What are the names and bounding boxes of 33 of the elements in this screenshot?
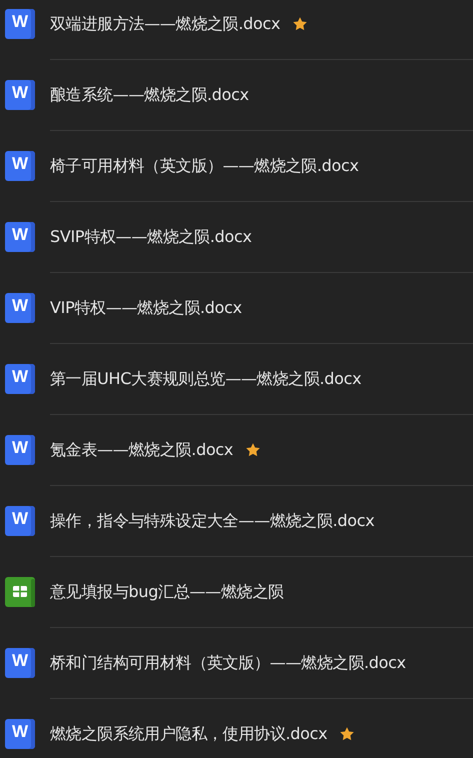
file-row[interactable]: W 椅子可用材料（英文版）——燃烧之陨.docx: [0, 130, 473, 201]
file-name: 椅子可用材料（英文版）——燃烧之陨.docx: [50, 156, 359, 176]
file-row[interactable]: W SVIP特权——燃烧之陨.docx: [0, 201, 473, 272]
file-row[interactable]: W 酿造系统——燃烧之陨.docx: [0, 59, 473, 130]
spreadsheet-icon: [5, 576, 35, 606]
file-name: 第一届UHC大赛规则总览——燃烧之陨.docx: [50, 368, 362, 390]
word-document-icon: W: [5, 364, 35, 394]
word-document-icon: W: [5, 718, 35, 748]
file-row[interactable]: W 燃烧之陨系统用户隐私，使用协议.docx: [0, 698, 473, 758]
file-row[interactable]: W 第一届UHC大赛规则总览——燃烧之陨.docx: [0, 343, 473, 414]
word-document-icon: W: [5, 150, 35, 180]
file-name: 意见填报与bug汇总——燃烧之陨: [50, 582, 284, 602]
word-document-icon: W: [5, 292, 35, 322]
file-name: 桥和门结构可用材料（英文版）——燃烧之陨.docx: [50, 652, 406, 674]
file-row[interactable]: W VIP特权——燃烧之陨.docx: [0, 272, 473, 343]
file-row[interactable]: W 氪金表——燃烧之陨.docx: [0, 414, 473, 485]
file-name: SVIP特权——燃烧之陨.docx: [50, 226, 252, 248]
file-name: VIP特权——燃烧之陨.docx: [50, 298, 242, 318]
file-name: 燃烧之陨系统用户隐私，使用协议.docx: [50, 724, 328, 744]
file-name: 氪金表——燃烧之陨.docx: [50, 440, 234, 460]
word-document-icon: W: [5, 222, 35, 252]
word-document-icon: W: [5, 648, 35, 678]
word-document-icon: W: [5, 506, 35, 536]
file-row[interactable]: W 双端进服方法——燃烧之陨.docx: [0, 0, 473, 59]
file-name: 酿造系统——燃烧之陨.docx: [50, 84, 249, 106]
file-row[interactable]: 意见填报与bug汇总——燃烧之陨: [0, 556, 473, 627]
word-document-icon: W: [5, 8, 35, 38]
file-row[interactable]: W 操作，指令与特殊设定大全——燃烧之陨.docx: [0, 485, 473, 556]
file-row[interactable]: W 桥和门结构可用材料（英文版）——燃烧之陨.docx: [0, 627, 473, 698]
file-name: 操作，指令与特殊设定大全——燃烧之陨.docx: [50, 510, 374, 532]
file-name: 双端进服方法——燃烧之陨.docx: [50, 14, 280, 34]
word-document-icon: W: [5, 80, 35, 110]
word-document-icon: W: [5, 434, 35, 464]
